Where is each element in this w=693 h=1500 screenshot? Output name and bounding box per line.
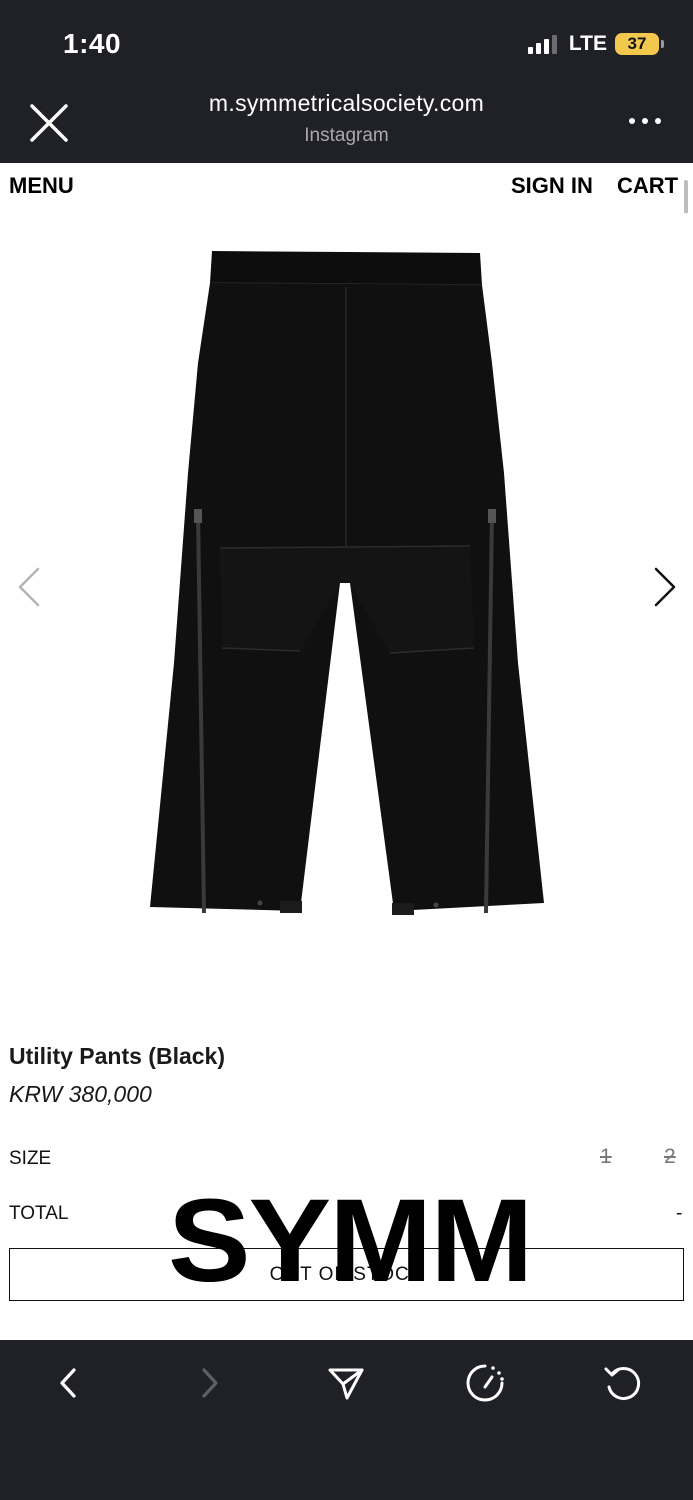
- product-image[interactable]: [140, 243, 550, 933]
- next-image-arrow[interactable]: [650, 565, 680, 609]
- total-label: TOTAL: [9, 1203, 69, 1224]
- status-indicators: LTE 37: [527, 32, 664, 56]
- size-label: SIZE: [9, 1148, 52, 1169]
- address-area[interactable]: m.symmetricalsociety.com Instagram: [0, 90, 693, 147]
- size-option-2[interactable]: 2: [664, 1145, 676, 1169]
- product-gallery: [0, 213, 693, 993]
- prev-image-arrow[interactable]: [14, 565, 44, 609]
- total-value: -: [676, 1203, 683, 1224]
- forward-icon[interactable]: [186, 1360, 232, 1406]
- menu-link[interactable]: MENU: [9, 173, 74, 199]
- browser-header: 1:40 LTE 37 m.symmetricalsociety.com Ins…: [0, 0, 693, 163]
- browser-toolbar: [0, 1340, 693, 1500]
- url-text[interactable]: m.symmetricalsociety.com: [0, 90, 693, 117]
- product-price: KRW 380,000: [9, 1081, 152, 1107]
- speed-icon[interactable]: [462, 1360, 508, 1406]
- status-time: 1:40: [63, 28, 122, 59]
- sign-in-link[interactable]: SIGN IN: [511, 173, 593, 199]
- share-icon[interactable]: [323, 1360, 369, 1406]
- cart-link[interactable]: CART: [617, 173, 678, 199]
- reload-icon[interactable]: [600, 1360, 646, 1406]
- product-name: Utility Pants (Black): [9, 1043, 225, 1069]
- battery-level: 37: [627, 34, 647, 53]
- more-icon[interactable]: [627, 112, 663, 130]
- signal-icon: [527, 34, 557, 54]
- size-option-1[interactable]: 1: [600, 1145, 612, 1169]
- network-label: LTE: [568, 32, 607, 55]
- back-icon[interactable]: [46, 1360, 92, 1406]
- battery-tip: [661, 40, 664, 48]
- battery-icon: 37: [615, 33, 664, 55]
- symm-logo-overlay: SYMM: [168, 1175, 533, 1307]
- source-label: Instagram: [304, 125, 389, 146]
- site-nav: MENU SIGN IN CART: [0, 163, 693, 213]
